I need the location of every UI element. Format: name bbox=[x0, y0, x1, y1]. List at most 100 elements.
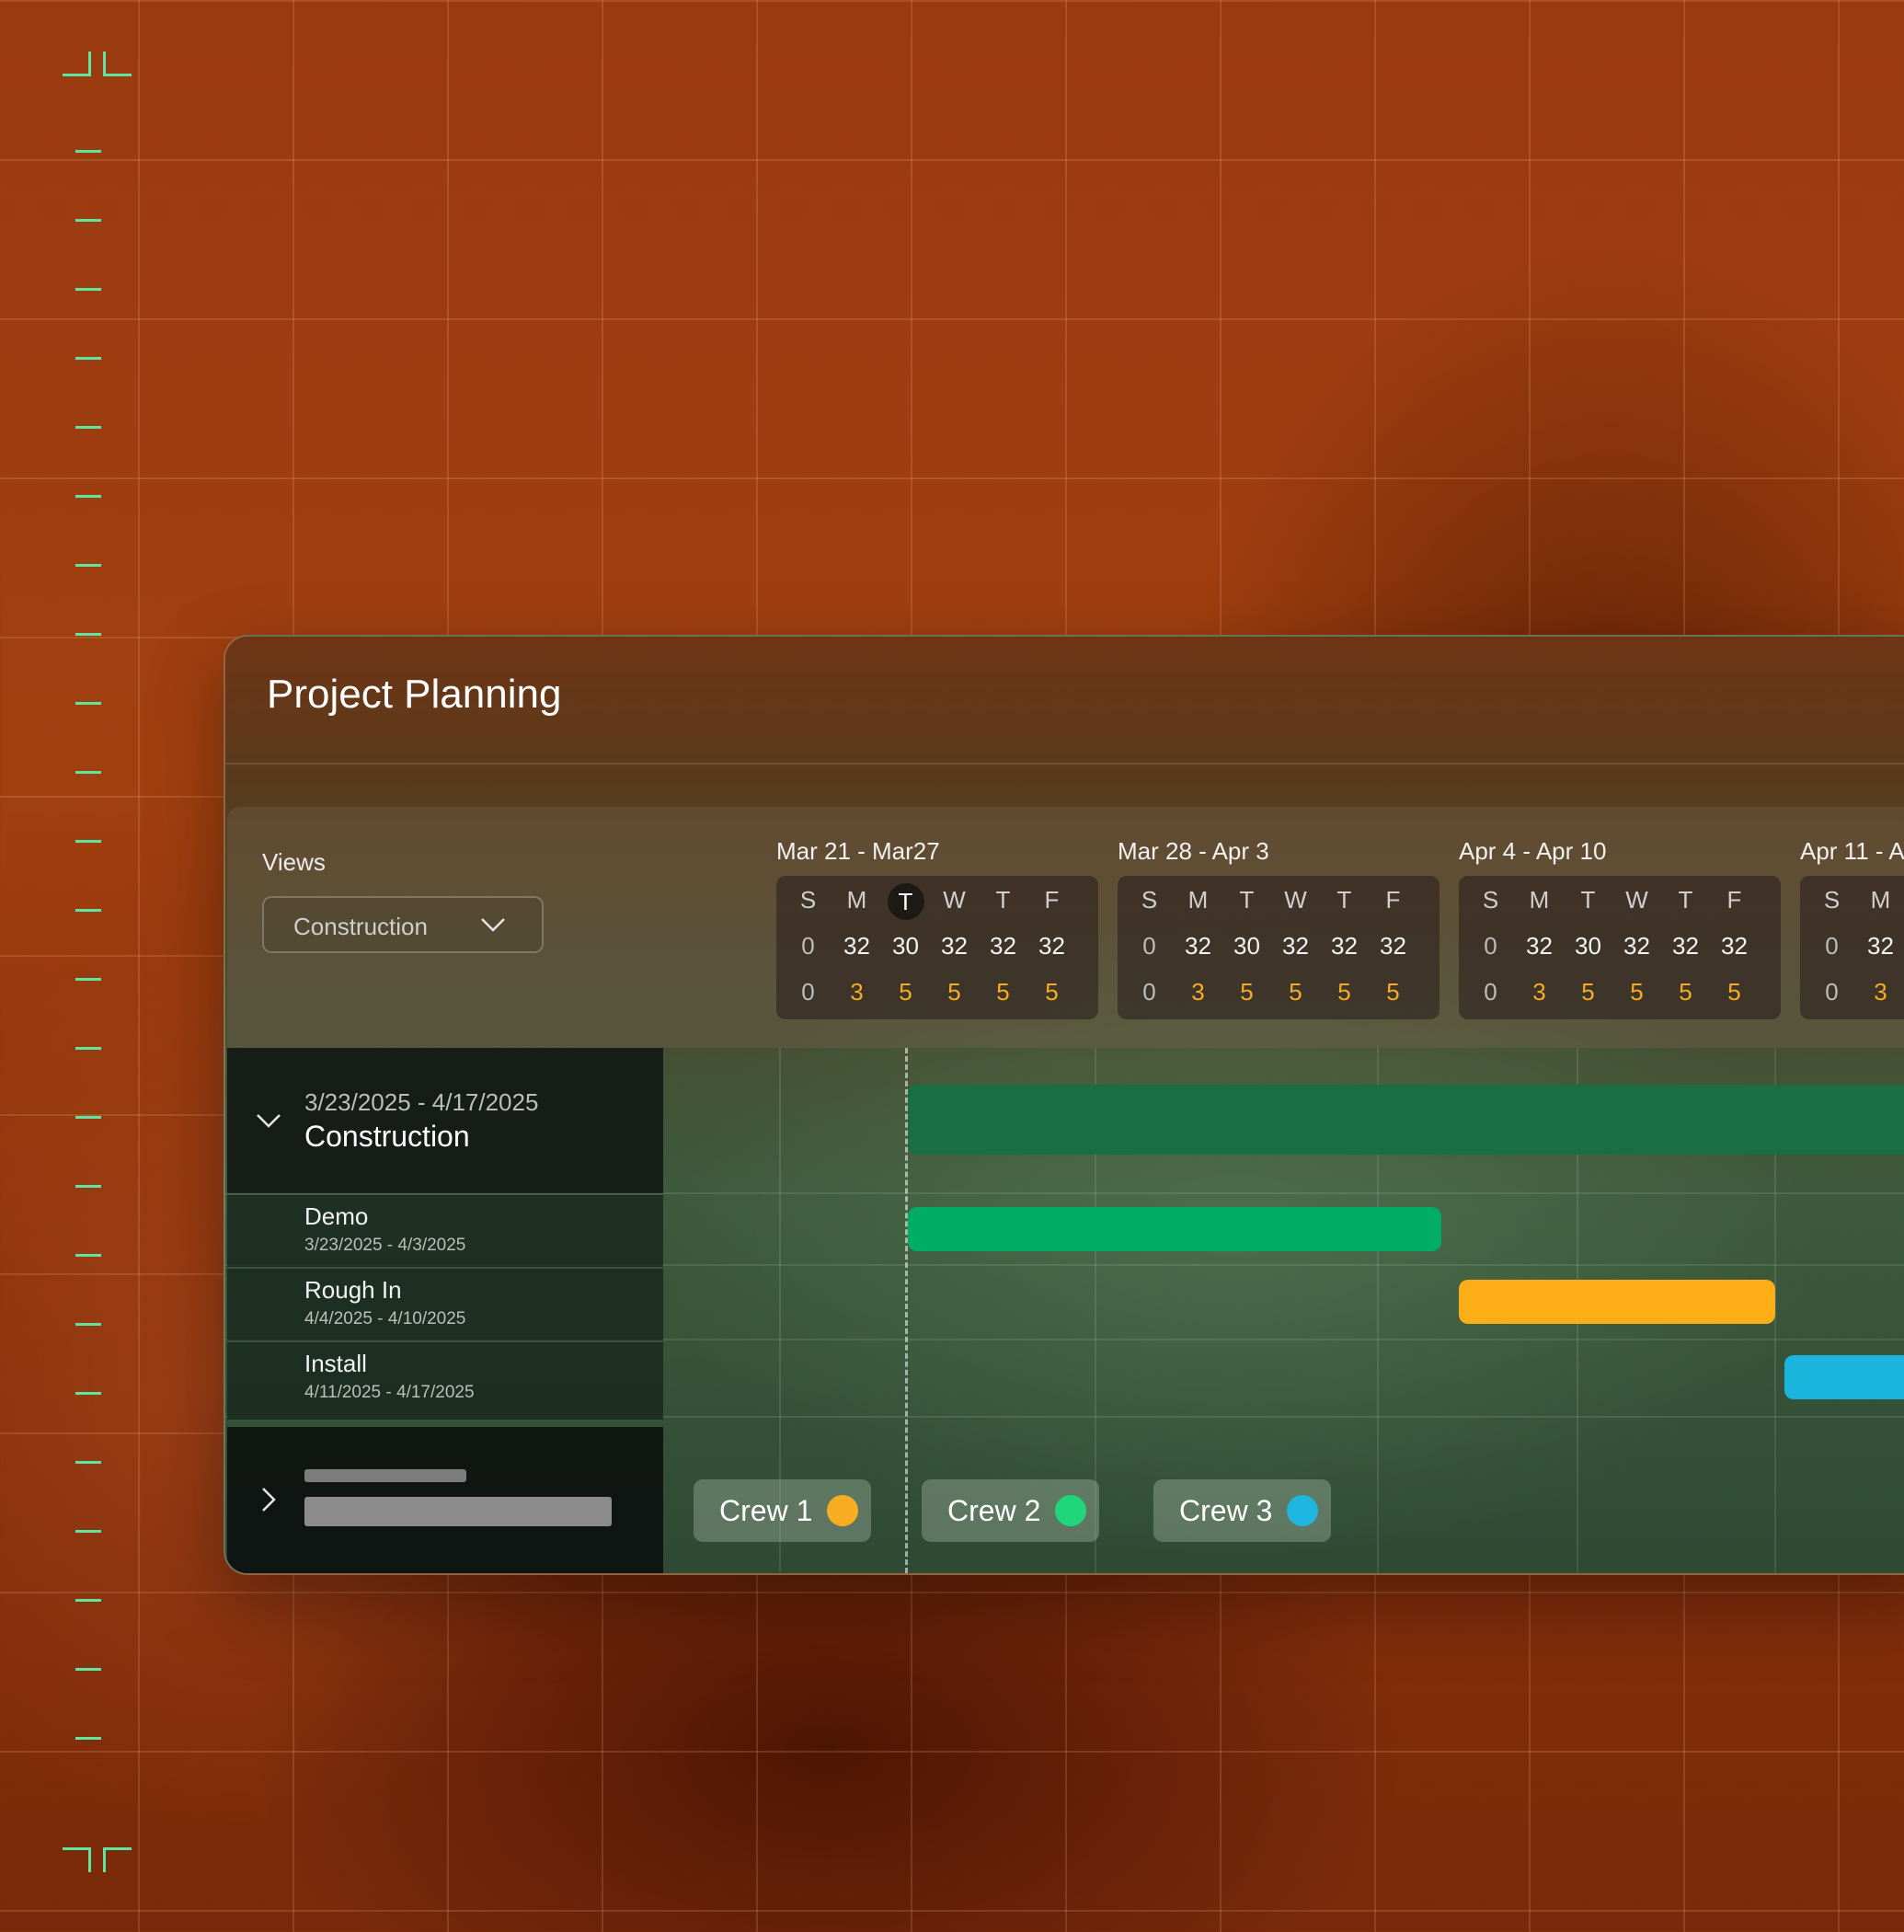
day-letter: T bbox=[1239, 886, 1255, 914]
project-planning-panel: Project Planning Views Construction Mar … bbox=[224, 635, 1904, 1575]
task-list: 3/23/2025 - 4/17/2025 Construction Demo … bbox=[227, 1048, 663, 1573]
day-letters-row: S M T W T F bbox=[1466, 883, 1759, 916]
crew-count-value: 3 bbox=[1874, 978, 1887, 1006]
crew-count-value: 5 bbox=[1337, 978, 1351, 1006]
ruler-tick bbox=[75, 1461, 101, 1464]
task-row-rough-in[interactable]: Rough In 4/4/2025 - 4/10/2025 bbox=[227, 1269, 663, 1340]
ruler-tick bbox=[75, 1530, 101, 1533]
week-column: Mar 28 - Apr 3 S M T W T F 0 32 30 32 32… bbox=[1118, 837, 1439, 1019]
crew-count-value: 0 bbox=[1825, 978, 1839, 1006]
ruler-tick bbox=[75, 288, 101, 291]
capacity-value: 32 bbox=[1526, 932, 1553, 960]
crew-label: Crew 3 bbox=[1179, 1493, 1273, 1527]
capacity-value: 32 bbox=[1867, 932, 1894, 960]
chevron-down-icon[interactable] bbox=[253, 1105, 284, 1141]
day-letter: W bbox=[1284, 886, 1307, 914]
ruler-tick bbox=[75, 1668, 101, 1671]
ruler-tick bbox=[75, 909, 101, 912]
gantt-bar-demo[interactable] bbox=[908, 1207, 1441, 1251]
capacity-value: 30 bbox=[1575, 932, 1601, 960]
crew-count-value: 5 bbox=[996, 978, 1010, 1006]
week-column: Mar 21 - Mar27 S M T W T F 0 32 30 32 32… bbox=[776, 837, 1098, 1019]
crew-count-value: 5 bbox=[1240, 978, 1254, 1006]
ruler-tick bbox=[75, 1323, 101, 1326]
collapsed-group-row[interactable] bbox=[227, 1427, 663, 1573]
task-date-range: 3/23/2025 - 4/3/2025 bbox=[304, 1236, 466, 1255]
capacity-value: 32 bbox=[1038, 932, 1065, 960]
crew-count-row: 0 3 5 5 5 5 bbox=[784, 975, 1076, 1008]
ruler-tick bbox=[75, 219, 101, 222]
week-column: Apr 4 - Apr 10 S M T W T F 0 32 30 32 32… bbox=[1459, 837, 1781, 1019]
ruler-tick bbox=[75, 1254, 101, 1257]
crew-3-chip[interactable]: Crew 3 bbox=[1153, 1479, 1332, 1542]
week-card: S M T W T F 0 32 30 32 32 32 0 3 5 5 5 5 bbox=[776, 876, 1098, 1019]
chevron-right-icon[interactable] bbox=[253, 1484, 284, 1520]
crew-1-chip[interactable]: Crew 1 bbox=[694, 1479, 872, 1542]
week-label: Apr 11 - A bbox=[1800, 837, 1904, 865]
capacity-value: 0 bbox=[801, 932, 815, 960]
group-row-construction[interactable]: 3/23/2025 - 4/17/2025 Construction bbox=[227, 1048, 663, 1193]
capacity-value: 32 bbox=[1623, 932, 1650, 960]
capacity-value: 32 bbox=[1380, 932, 1406, 960]
ruler-tick bbox=[75, 1116, 101, 1119]
ruler-tick bbox=[75, 633, 101, 636]
capacity-value: 32 bbox=[941, 932, 968, 960]
crew-count-value: 3 bbox=[1191, 978, 1205, 1006]
day-letter: T bbox=[1580, 886, 1596, 914]
day-letter: W bbox=[943, 886, 966, 914]
placeholder-bar bbox=[304, 1497, 612, 1526]
week-label: Mar 21 - Mar27 bbox=[776, 837, 940, 865]
capacity-value: 0 bbox=[1825, 932, 1839, 960]
ruler-tick bbox=[75, 150, 101, 153]
day-letter: M bbox=[1870, 886, 1891, 914]
day-letter: T bbox=[1336, 886, 1352, 914]
chevron-down-icon bbox=[477, 909, 509, 945]
crew-count-row: 0 3 bbox=[1807, 975, 1904, 1008]
capacity-value: 32 bbox=[1331, 932, 1358, 960]
day-letter: F bbox=[1044, 886, 1060, 914]
today-day-letter[interactable]: T bbox=[881, 883, 930, 920]
ruler-corner-bracket bbox=[103, 1847, 132, 1872]
views-dropdown[interactable]: Construction bbox=[262, 896, 544, 953]
capacity-row: 0 32 bbox=[1807, 929, 1904, 962]
task-date-range: 4/4/2025 - 4/10/2025 bbox=[304, 1309, 466, 1328]
crew-count-value: 3 bbox=[1532, 978, 1546, 1006]
crew-label: Crew 2 bbox=[947, 1493, 1041, 1527]
gantt-bar-install[interactable] bbox=[1784, 1355, 1904, 1399]
day-letter: T bbox=[995, 886, 1011, 914]
placeholder-line bbox=[304, 1469, 466, 1482]
crew-count-row: 0 3 5 5 5 5 bbox=[1125, 975, 1417, 1008]
capacity-value: 32 bbox=[1282, 932, 1309, 960]
crew-count-value: 5 bbox=[899, 978, 912, 1006]
ruler-corner-bracket bbox=[63, 1847, 91, 1872]
day-letter: M bbox=[1187, 886, 1209, 914]
capacity-value: 32 bbox=[843, 932, 870, 960]
week-column: Apr 11 - A S M 0 32 0 3 bbox=[1800, 837, 1904, 1019]
ruler-tick bbox=[75, 495, 101, 498]
capacity-value: 0 bbox=[1484, 932, 1497, 960]
gantt-bar-rough-in[interactable] bbox=[1459, 1280, 1775, 1324]
crew-2-chip[interactable]: Crew 2 bbox=[922, 1479, 1100, 1542]
group-name: Construction bbox=[304, 1120, 470, 1153]
gantt-bar-construction[interactable] bbox=[908, 1085, 1904, 1155]
crew-count-value: 5 bbox=[1679, 978, 1692, 1006]
task-row-install[interactable]: Install 4/11/2025 - 4/17/2025 bbox=[227, 1342, 663, 1420]
crew-count-value: 5 bbox=[1727, 978, 1741, 1006]
day-letter: W bbox=[1625, 886, 1648, 914]
day-letter: F bbox=[1385, 886, 1401, 914]
title-divider bbox=[225, 763, 1904, 765]
ruler-tick bbox=[75, 1185, 101, 1188]
capacity-row: 0 32 30 32 32 32 bbox=[1466, 929, 1759, 962]
page-title: Project Planning bbox=[267, 672, 562, 717]
crew-count-value: 3 bbox=[850, 978, 864, 1006]
crew-count-value: 5 bbox=[1630, 978, 1644, 1006]
crew-count-value: 5 bbox=[947, 978, 961, 1006]
crew-color-dot bbox=[827, 1495, 859, 1526]
capacity-value: 32 bbox=[1672, 932, 1699, 960]
views-dropdown-value: Construction bbox=[293, 913, 428, 940]
group-date-range: 3/23/2025 - 4/17/2025 bbox=[304, 1088, 539, 1116]
crew-count-value: 0 bbox=[801, 978, 815, 1006]
task-row-demo[interactable]: Demo 3/23/2025 - 4/3/2025 bbox=[227, 1195, 663, 1267]
ruler-tick bbox=[75, 1599, 101, 1602]
day-letter: S bbox=[1141, 886, 1158, 914]
